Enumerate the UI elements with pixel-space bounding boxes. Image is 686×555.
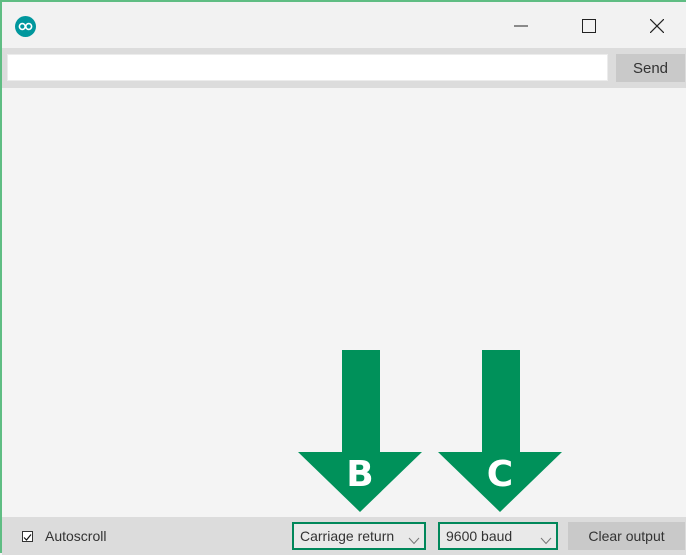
clear-output-button[interactable]: Clear output bbox=[568, 522, 685, 550]
annotation-label-b: B bbox=[346, 454, 373, 495]
send-input[interactable] bbox=[7, 54, 608, 81]
send-toolbar: Send bbox=[2, 48, 686, 88]
baud-rate-select[interactable]: 9600 baud bbox=[438, 522, 558, 550]
chevron-down-icon bbox=[408, 532, 420, 548]
baud-rate-value: 9600 baud bbox=[446, 528, 513, 544]
annotation-arrow-c: C bbox=[438, 350, 562, 516]
close-icon bbox=[649, 18, 665, 37]
autoscroll-checkbox[interactable] bbox=[22, 531, 33, 542]
maximize-button[interactable] bbox=[566, 10, 612, 44]
minimize-button[interactable] bbox=[498, 10, 544, 44]
checkmark-icon bbox=[23, 527, 32, 546]
line-ending-select[interactable]: Carriage return bbox=[292, 522, 426, 550]
chevron-down-icon bbox=[540, 532, 552, 548]
arduino-app-icon bbox=[15, 16, 36, 37]
close-button[interactable] bbox=[634, 10, 680, 44]
send-button[interactable]: Send bbox=[616, 54, 685, 82]
minimize-icon bbox=[514, 18, 528, 37]
title-bar bbox=[2, 2, 686, 48]
maximize-icon bbox=[582, 18, 596, 37]
annotation-label-c: C bbox=[487, 454, 513, 495]
annotation-arrow-b: B bbox=[298, 350, 422, 516]
serial-monitor-window: Send B C Autoscroll Carriage return 9600… bbox=[0, 0, 686, 555]
line-ending-value: Carriage return bbox=[300, 528, 395, 544]
status-toolbar: Autoscroll Carriage return 9600 baud Cle… bbox=[2, 517, 686, 555]
autoscroll-label: Autoscroll bbox=[45, 528, 107, 544]
